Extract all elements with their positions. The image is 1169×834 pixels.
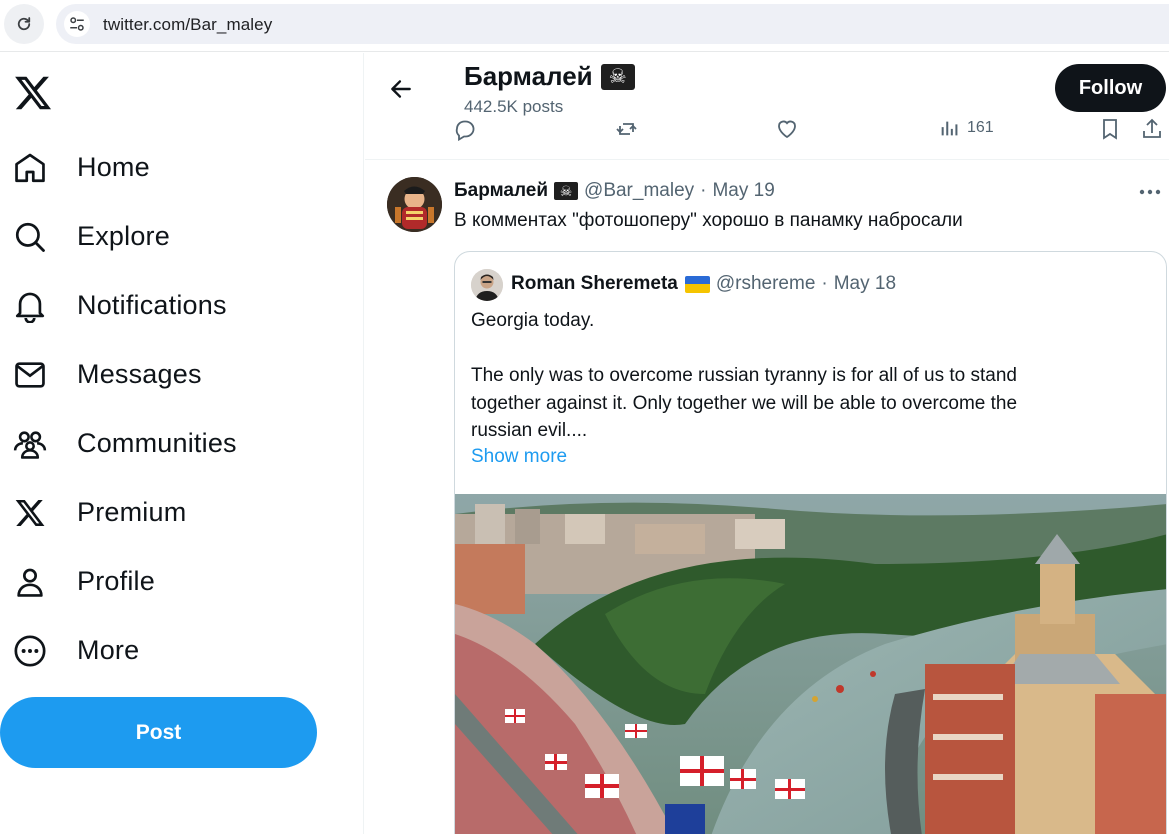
sidebar-item-explore[interactable]: Explore <box>0 208 340 264</box>
sidebar-item-premium[interactable]: Premium <box>0 484 340 540</box>
ukraine-flag-icon <box>684 275 710 293</box>
bookmark-icon[interactable] <box>1098 117 1122 141</box>
back-button[interactable] <box>385 73 417 105</box>
main-column: 161 Бармалей ☠ 442.5K posts Follow Барма… <box>365 53 1169 834</box>
avatar[interactable] <box>387 177 442 232</box>
more-circle-icon <box>13 634 47 668</box>
envelope-icon <box>13 358 47 392</box>
url-text[interactable]: twitter.com/Bar_maley <box>103 15 272 35</box>
tune-icon <box>70 17 84 31</box>
quote-date[interactable]: May 18 <box>834 273 896 295</box>
post-button[interactable]: Post <box>0 697 317 768</box>
quote-text-line: The only was to overcome russian tyranny… <box>471 365 1017 386</box>
follow-button[interactable]: Follow <box>1055 64 1166 112</box>
skull-emoji-icon: ☠ <box>554 182 579 200</box>
sidebar-item-label: Premium <box>77 497 187 527</box>
sidebar-item-communities[interactable]: Communities <box>0 415 340 471</box>
quote-image[interactable] <box>455 494 1166 834</box>
x-logo-icon[interactable] <box>13 73 53 113</box>
meta-separator: · <box>700 180 707 201</box>
author-handle[interactable]: @Bar_maley <box>584 180 694 202</box>
sidebar-item-label: Notifications <box>77 290 227 320</box>
avatar[interactable] <box>471 269 503 301</box>
bell-icon <box>13 289 47 323</box>
sidebar-item-messages[interactable]: Messages <box>0 346 340 402</box>
reply-icon[interactable] <box>453 117 477 141</box>
site-info-button[interactable] <box>64 11 90 37</box>
tweet-text: В комментах "фотошоперу" хорошо в панамк… <box>454 210 963 231</box>
more-options-icon[interactable] <box>1137 182 1163 202</box>
sidebar-item-label: Home <box>77 152 150 182</box>
people-icon <box>13 427 47 461</box>
sidebar-item-home[interactable]: Home <box>0 139 340 195</box>
x-logo-icon <box>13 496 47 530</box>
sidebar-item-label: Profile <box>77 566 155 596</box>
address-bar[interactable]: twitter.com/Bar_maley <box>56 4 1169 44</box>
quote-author-handle[interactable]: @rshereme <box>716 273 816 295</box>
tweet-date[interactable]: May 19 <box>712 180 774 202</box>
page-title: Бармалей ☠ <box>464 61 635 92</box>
quote-text-line: Georgia today. <box>471 310 595 331</box>
quote-header: Roman Sheremeta @rshereme · May 18 <box>511 273 896 295</box>
share-icon[interactable] <box>1140 117 1164 141</box>
bar-chart-icon <box>941 121 958 136</box>
profile-name: Бармалей <box>464 61 593 91</box>
person-icon <box>13 565 47 599</box>
sidebar-item-label: Messages <box>77 359 202 389</box>
views-stat[interactable]: 161 <box>939 117 994 139</box>
home-icon <box>13 151 47 185</box>
reload-icon <box>17 17 31 31</box>
skull-emoji-icon: ☠ <box>600 63 635 90</box>
like-icon[interactable] <box>775 117 799 141</box>
browser-toolbar: twitter.com/Bar_maley <box>0 0 1169 52</box>
sidebar-item-label: More <box>77 635 140 665</box>
sidebar-item-more[interactable]: More <box>0 622 340 678</box>
sidebar: Home Explore Notifications Messages Comm… <box>0 53 364 834</box>
arrow-left-icon <box>391 80 411 98</box>
quote-author-name[interactable]: Roman Sheremeta <box>511 273 678 295</box>
previous-tweet-actions: 161 <box>365 115 1169 145</box>
views-count: 161 <box>967 119 994 136</box>
profile-header: Бармалей ☠ 442.5K posts Follow <box>365 53 1169 116</box>
sidebar-item-label: Communities <box>77 428 237 458</box>
tweet[interactable]: Бармалей ☠ @Bar_maley · May 19 В коммент… <box>365 160 1169 834</box>
search-icon <box>13 220 47 254</box>
author-name[interactable]: Бармалей <box>454 180 548 202</box>
sidebar-item-profile[interactable]: Profile <box>0 553 340 609</box>
tweet-header: Бармалей ☠ @Bar_maley · May 19 <box>454 180 775 202</box>
posts-count: 442.5K posts <box>464 97 564 116</box>
meta-separator: · <box>821 273 828 294</box>
reload-button[interactable] <box>4 4 44 44</box>
sidebar-item-notifications[interactable]: Notifications <box>0 277 340 333</box>
quote-text-line: russian evil.... <box>471 420 588 441</box>
retweet-icon[interactable] <box>615 117 641 141</box>
quote-text-line: together against it. Only together we wi… <box>471 393 1018 414</box>
quoted-tweet[interactable]: Roman Sheremeta @rshereme · May 18 Georg… <box>454 251 1167 834</box>
show-more-link[interactable]: Show more <box>471 446 567 468</box>
sidebar-item-label: Explore <box>77 221 170 251</box>
